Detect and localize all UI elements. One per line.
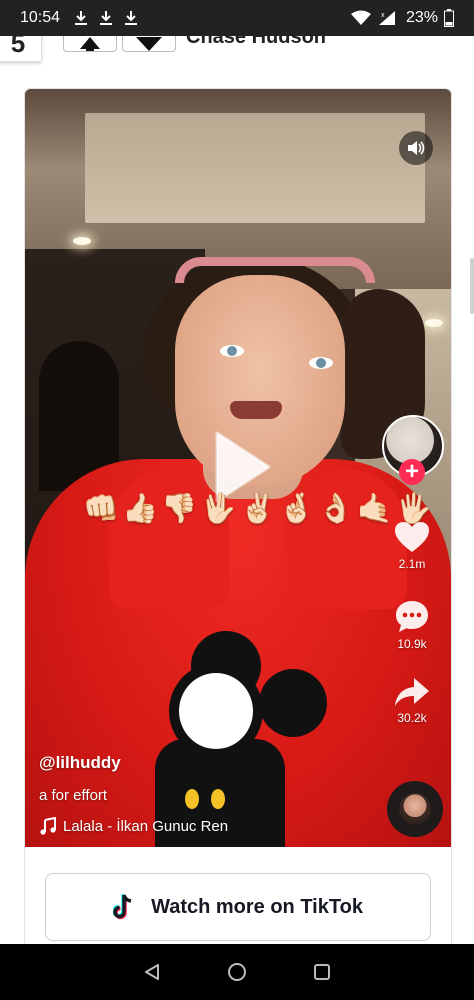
status-time: 10:54 — [20, 9, 61, 26]
heart-icon — [395, 522, 429, 552]
svg-text:x: x — [381, 12, 385, 19]
share-icon — [395, 678, 429, 706]
emoji: 👎🏻 — [161, 493, 198, 525]
arrow-down-icon — [136, 37, 162, 51]
watch-more-label: Watch more on TikTok — [151, 895, 363, 918]
music-note-icon — [40, 817, 56, 835]
article-strip: 5 Chase Hudson — [0, 36, 474, 66]
follow-button[interactable]: + — [399, 459, 425, 485]
download-icon — [75, 11, 88, 25]
speaker-icon — [408, 141, 425, 155]
recents-icon[interactable] — [313, 963, 331, 981]
downvote-button[interactable] — [122, 36, 176, 52]
tiktok-embed: 👊🏻 👍🏻 👎🏻 🖖🏻 ✌🏻 🤞🏻 👌🏻 🤙🏻 🖐🏻 + 2.1m 10.9k — [24, 88, 452, 948]
home-icon[interactable] — [227, 962, 247, 982]
wifi-icon — [350, 10, 371, 25]
like-button[interactable]: 2.1m — [377, 521, 447, 571]
download-icon — [125, 11, 138, 25]
share-count: 30.2k — [397, 711, 427, 725]
video-caption: @lilhuddy a for effort — [39, 753, 121, 804]
emoji-overlay: 👊🏻 👍🏻 👎🏻 🖖🏻 ✌🏻 🤞🏻 👌🏻 🤙🏻 🖐🏻 — [83, 489, 432, 529]
emoji: ✌🏻 — [239, 493, 276, 525]
back-icon[interactable] — [143, 963, 161, 981]
battery-percent: 23% — [405, 9, 438, 26]
music-disc-icon[interactable] — [387, 781, 443, 837]
rank-number: 5 — [10, 36, 26, 58]
emoji: 👌🏻 — [317, 493, 354, 525]
video-player[interactable]: 👊🏻 👍🏻 👎🏻 🖖🏻 ✌🏻 🤞🏻 👌🏻 🤙🏻 🖐🏻 + 2.1m 10.9k — [25, 89, 451, 847]
emoji: 👍🏻 — [122, 493, 159, 525]
tiktok-logo-icon — [113, 894, 132, 920]
comment-count: 10.9k — [397, 637, 427, 651]
status-icons: x 23% — [350, 9, 454, 27]
battery-icon — [444, 9, 454, 27]
rank-badge: 5 — [0, 36, 42, 62]
status-bar: 10:54 x 23% — [0, 0, 474, 36]
emoji: 🖖🏻 — [200, 493, 237, 525]
emoji: 🤞🏻 — [278, 493, 315, 525]
arrow-up-icon — [80, 37, 100, 51]
sound-toggle-button[interactable] — [399, 131, 433, 165]
music-info[interactable]: Lalala - İlkan Gunuc Ren — [39, 817, 228, 835]
creator-handle[interactable]: @lilhuddy — [39, 753, 121, 773]
upvote-button[interactable] — [63, 36, 117, 52]
page-scrollbar[interactable] — [470, 258, 474, 314]
share-button[interactable]: 30.2k — [377, 677, 447, 725]
signal-icon: x — [378, 11, 395, 25]
emoji: 👊🏻 — [83, 493, 120, 525]
navigation-bar — [0, 944, 474, 1000]
download-icon — [100, 11, 113, 25]
comment-button[interactable]: 10.9k — [377, 599, 447, 651]
like-count: 2.1m — [398, 557, 426, 571]
watch-more-button[interactable]: Watch more on TikTok — [45, 873, 431, 941]
item-title: Chase Hudson — [186, 36, 327, 48]
music-title: Lalala - İlkan Gunuc Ren — [63, 817, 229, 835]
plus-icon: + — [404, 458, 419, 485]
comment-icon — [396, 601, 428, 632]
video-description: a for effort — [39, 787, 108, 804]
